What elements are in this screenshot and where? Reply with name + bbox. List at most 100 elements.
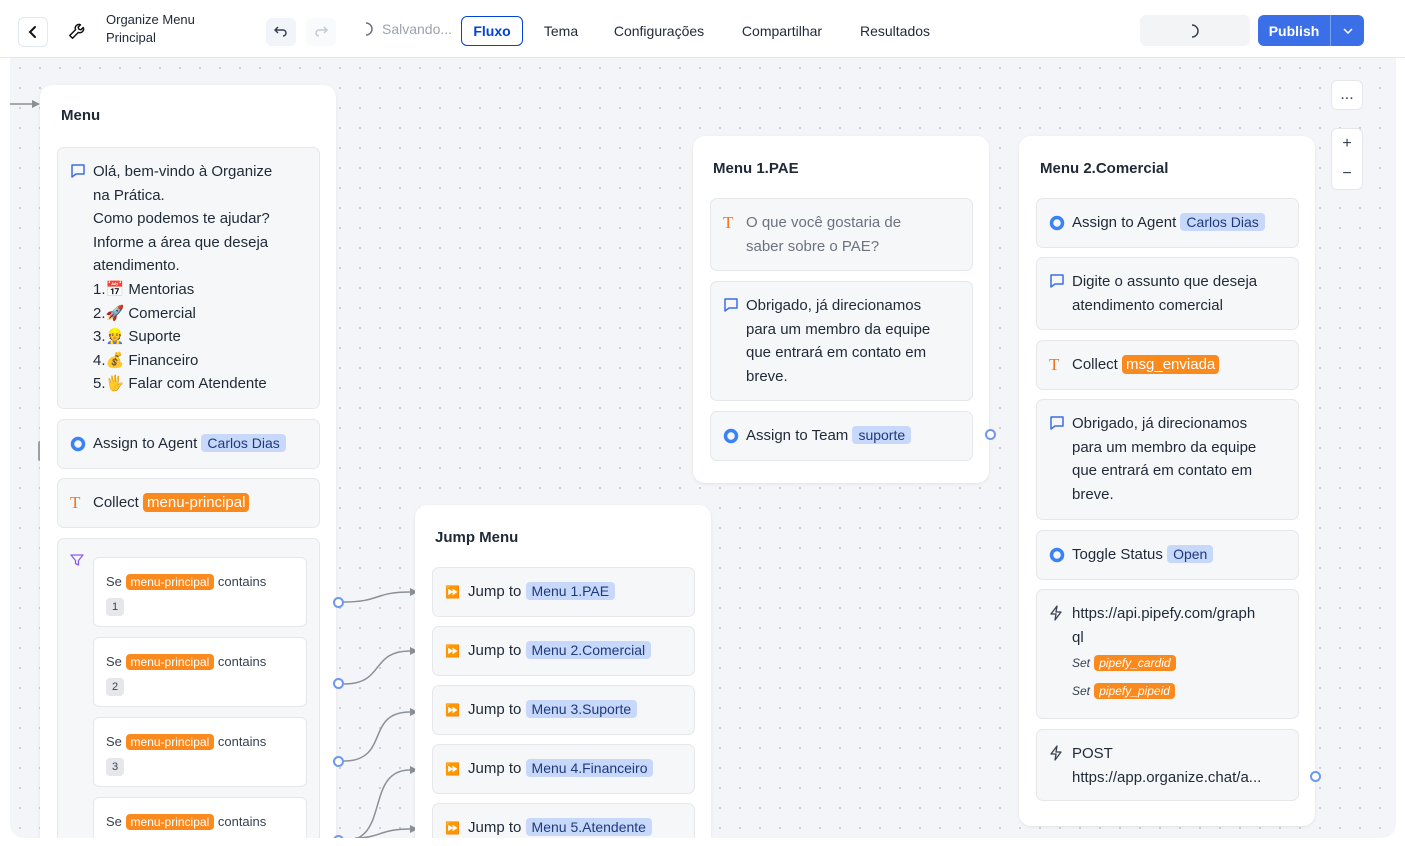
condition-prefix: Se [106, 654, 122, 669]
jump-block[interactable]: ⏩ Jump to Menu 2.Comercial [432, 626, 695, 676]
collect-block[interactable]: T Collect msg_enviada [1036, 340, 1299, 390]
lightning-icon [1050, 745, 1062, 761]
condition-port[interactable] [333, 756, 344, 767]
tab-resultados[interactable]: Resultados [850, 16, 940, 46]
jump-block[interactable]: ⏩ Jump to Menu 4.Financeiro [432, 744, 695, 794]
message-line: Olá, bem-vindo à Organize [93, 163, 273, 180]
jump-block[interactable]: ⏩ Jump to Menu 1.PAE [432, 567, 695, 617]
redo-button[interactable] [306, 18, 336, 46]
collect-label: Collect [1072, 356, 1118, 373]
condition-prefix: Se [106, 734, 122, 749]
condition-port[interactable] [333, 678, 344, 689]
back-button[interactable] [18, 17, 48, 47]
flow-title[interactable]: Organize Menu Principal [106, 11, 246, 47]
agent-icon [1049, 215, 1065, 231]
lightning-icon [1050, 605, 1062, 621]
toggle-status-block[interactable]: Toggle Status Open [1036, 530, 1299, 580]
condition-item[interactable]: Se menu-principal contains 2 [93, 637, 307, 707]
jump-label: Jump to [468, 701, 522, 718]
jump-icon: ⏩ [445, 703, 460, 717]
condition-block[interactable]: Se menu-principal contains 1 Se menu-pri… [57, 538, 320, 838]
condition-operator: contains [217, 574, 267, 589]
more-options-button[interactable]: ... [1331, 80, 1363, 110]
target-tag: Menu 3.Suporte [525, 700, 638, 718]
chat-bubble-icon [1050, 416, 1064, 430]
jump-block[interactable]: ⏩ Jump to Menu 5.Atendente [432, 803, 695, 838]
condition-value: 1 [106, 598, 125, 616]
assign-team-block[interactable]: Assign to Team suporte [710, 411, 973, 461]
condition-prefix: Se [106, 574, 122, 589]
set-label: Set [1072, 684, 1091, 699]
message-line: na Prática. [93, 186, 165, 204]
chevron-left-icon [28, 26, 36, 38]
publish-button[interactable]: Publish [1258, 15, 1330, 46]
tab-configuracoes[interactable]: Configurações [604, 16, 714, 46]
variable-tag: menu-principal [125, 654, 215, 670]
publish-options-button[interactable] [1330, 15, 1364, 46]
undo-button[interactable] [266, 18, 296, 46]
webhook-url: https://app.organize.chat/a... [1072, 768, 1262, 786]
message-line: Digite o assunto que deseja [1072, 273, 1258, 290]
message-line: 3.👷 Suporte [93, 328, 181, 346]
group-output-port[interactable] [985, 429, 996, 440]
variable-tag: menu-principal [125, 574, 215, 590]
tab-tema[interactable]: Tema [533, 16, 589, 46]
wrench-icon[interactable] [64, 16, 92, 44]
tab-compartilhar[interactable]: Compartilhar [730, 16, 834, 46]
assign-label: Assign to Agent [93, 435, 198, 452]
input-placeholder: saber sobre o PAE? [746, 237, 880, 255]
flow-canvas[interactable]: ... + − Menu Olá, bem-vindo à Organize n… [10, 58, 1396, 838]
assign-label: Assign to Agent [1072, 214, 1177, 231]
jump-block[interactable]: ⏩ Jump to Menu 3.Suporte [432, 685, 695, 735]
text-bubble-block[interactable]: Obrigado, já direcionamos para um membro… [1036, 399, 1299, 520]
condition-item[interactable]: Se menu-principal contains 3 [93, 717, 307, 787]
webhook-url: ql [1072, 628, 1084, 646]
zoom-in-button[interactable]: + [1342, 129, 1351, 159]
condition-prefix: Se [106, 814, 122, 829]
collect-block[interactable]: T Collect menu-principal [57, 478, 320, 528]
webhook-block[interactable]: POST https://app.organize.chat/a... [1036, 729, 1299, 801]
preview-button[interactable] [1140, 15, 1250, 46]
assign-agent-block[interactable]: Assign to Agent Carlos Dias [57, 419, 320, 469]
tab-fluxo[interactable]: Fluxo [461, 16, 523, 46]
text-input-block[interactable]: T O que você gostaria de saber sobre o P… [710, 198, 973, 271]
webhook-block[interactable]: https://api.pipefy.com/graph ql Set pipe… [1036, 589, 1299, 719]
text-bubble-block[interactable]: Olá, bem-vindo à Organize na Prática. Co… [57, 147, 320, 409]
variable-tag: msg_enviada [1122, 355, 1220, 374]
text-input-icon: T [70, 493, 81, 512]
condition-port[interactable] [333, 597, 344, 608]
target-tag: Menu 1.PAE [525, 582, 616, 600]
condition-item[interactable]: Se menu-principal contains 1 [93, 557, 307, 627]
zoom-controls: + − [1331, 128, 1363, 190]
text-bubble-block[interactable]: Obrigado, já direcionamos para um membro… [710, 281, 973, 401]
status-icon [1049, 547, 1065, 563]
message-line: Obrigado, já direcionamos [1072, 415, 1248, 432]
group-jump-menu[interactable]: Jump Menu ⏩ Jump to Menu 1.PAE ⏩ Jump to… [415, 505, 711, 838]
assign-label: Assign to Team [746, 427, 849, 444]
message-line: que entrará em contato em [1072, 462, 1253, 480]
undo-icon [274, 26, 287, 37]
variable-tag: pipefy_cardid [1094, 655, 1176, 672]
message-line: para um membro da equipe [1072, 438, 1257, 456]
condition-item[interactable]: Se menu-principal contains [93, 797, 307, 838]
message-line: Obrigado, já direcionamos [746, 297, 922, 314]
http-method: POST [1072, 745, 1113, 762]
toggle-label: Toggle Status [1072, 546, 1163, 563]
assign-agent-block[interactable]: Assign to Agent Carlos Dias [1036, 198, 1299, 248]
group-menu[interactable]: Menu Olá, bem-vindo à Organize na Prátic… [40, 85, 336, 838]
group-output-port[interactable] [1310, 771, 1321, 782]
zoom-out-button[interactable]: − [1342, 159, 1351, 189]
target-tag: Menu 2.Comercial [525, 641, 652, 659]
group-menu-comercial[interactable]: Menu 2.Comercial Assign to Agent Carlos … [1019, 136, 1315, 826]
group-menu-pae[interactable]: Menu 1.PAE T O que você gostaria de sabe… [693, 136, 989, 483]
group-title: Menu [61, 107, 101, 124]
message-line: para um membro da equipe [746, 320, 931, 338]
jump-label: Jump to [468, 583, 522, 600]
spinner-icon [1191, 23, 1199, 38]
message-line: Como podemos te ajudar? [93, 210, 270, 228]
message-line: atendimento. [93, 257, 180, 275]
message-line: 4.💰 Financeiro [93, 351, 199, 369]
text-bubble-block[interactable]: Digite o assunto que deseja atendimento … [1036, 257, 1299, 330]
saving-status: Salvando... [364, 21, 452, 37]
team-icon [723, 428, 739, 444]
